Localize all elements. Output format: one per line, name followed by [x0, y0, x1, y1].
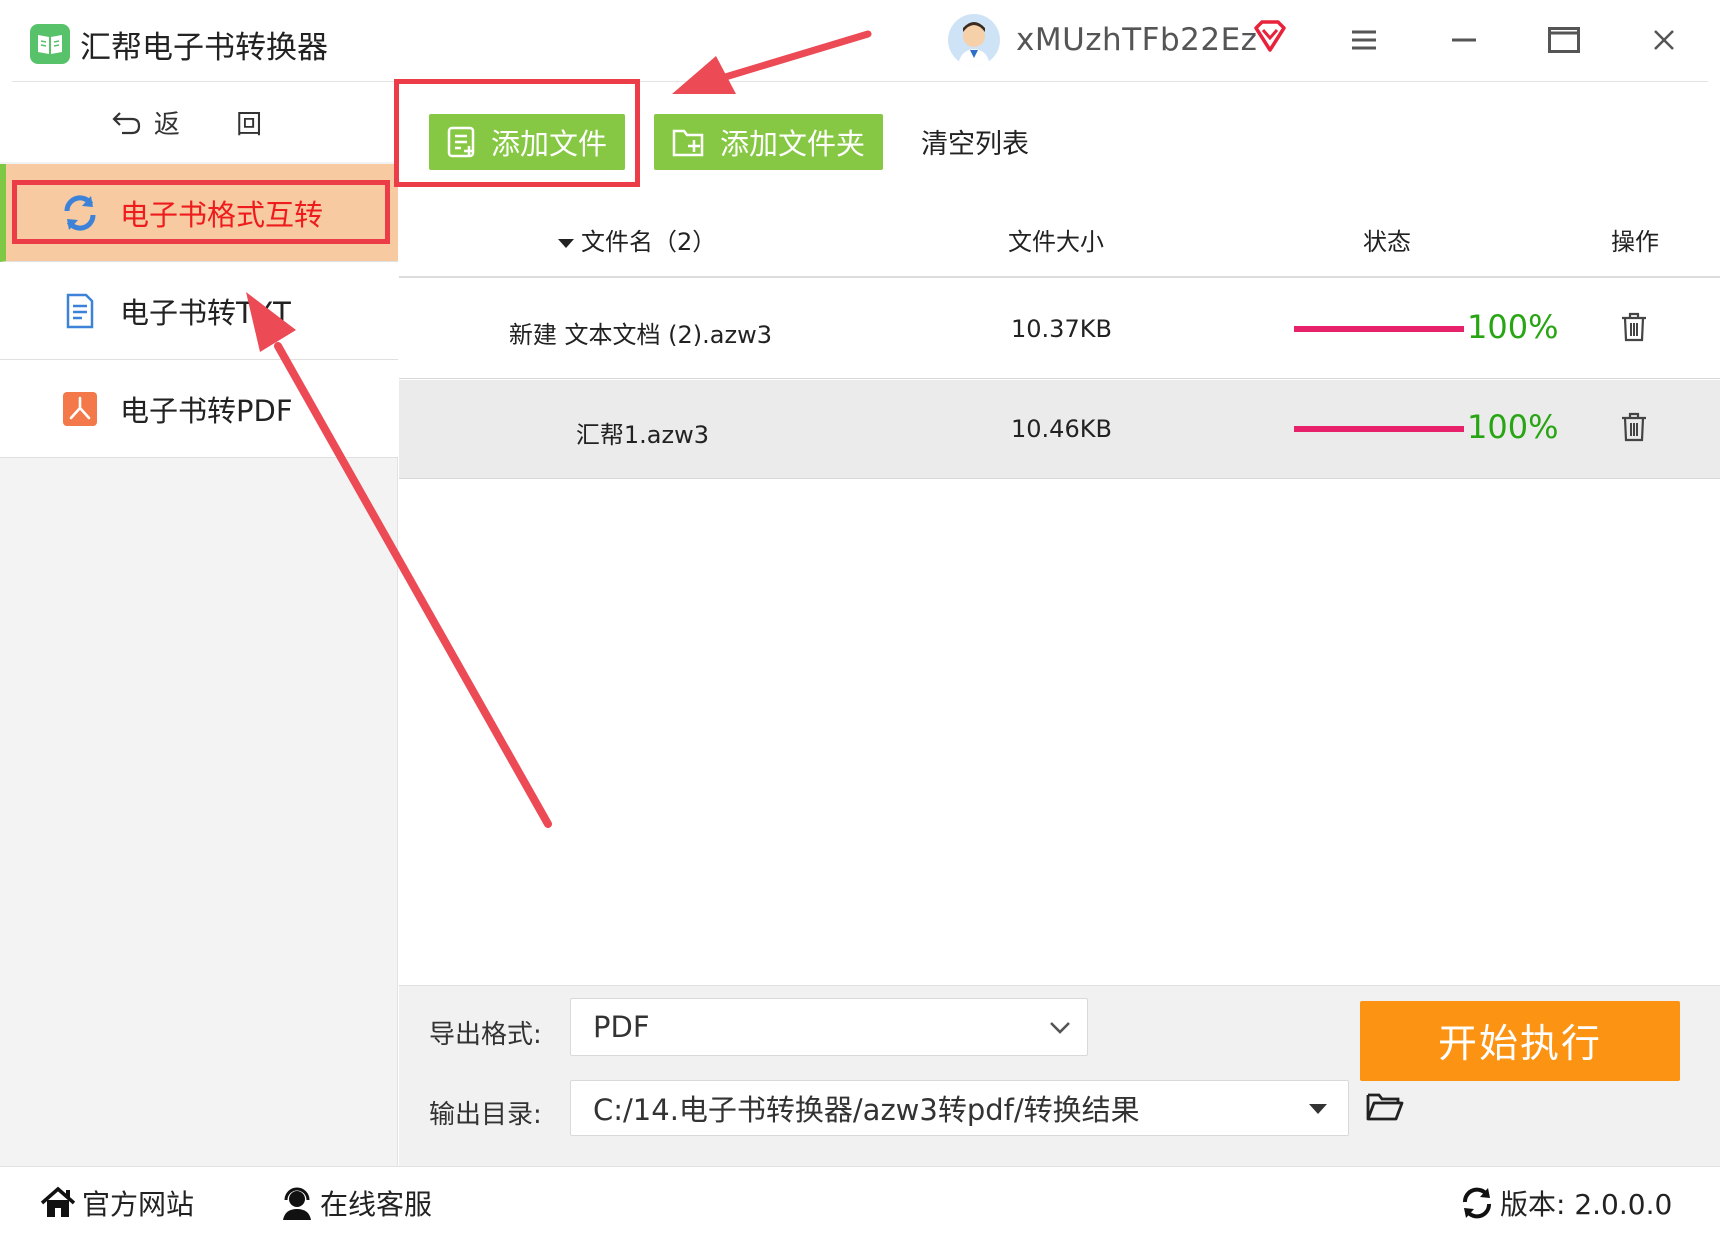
status-column-header: 状态: [1363, 228, 1411, 256]
add-folder-button[interactable]: 添加文件夹: [654, 114, 884, 170]
back-arrow-icon: [112, 112, 140, 135]
sidebar-item-format-convert[interactable]: 电子书格式互转: [0, 164, 398, 262]
start-button[interactable]: 开始执行: [1360, 1001, 1680, 1081]
export-format-value: PDF: [593, 1010, 650, 1044]
name-column-header[interactable]: 文件名（2）: [557, 222, 716, 257]
home-icon: [40, 1186, 76, 1217]
close-icon[interactable]: [1642, 18, 1686, 62]
vip-diamond-icon[interactable]: [1252, 20, 1288, 58]
headset-icon: [283, 1187, 311, 1220]
progress-bar: [1294, 326, 1464, 332]
delete-icon[interactable]: [1621, 312, 1647, 348]
version-label: 版本: 2.0.0.0: [1500, 1188, 1673, 1221]
output-dir-select[interactable]: C:/14.电子书转换器/azw3转pdf/转换结果: [570, 1080, 1349, 1136]
file-name: 新建 文本文档 (2).azw3: [508, 321, 772, 349]
file-size: 10.37KB: [1011, 315, 1112, 343]
table-row[interactable]: 汇帮1.azw3 10.46KB 100%: [399, 380, 1720, 479]
export-format-select[interactable]: PDF: [570, 998, 1088, 1056]
progress-text: 100%: [1467, 408, 1559, 446]
table-row[interactable]: 新建 文本文档 (2).azw3 10.37KB 100%: [399, 280, 1720, 379]
progress-text: 100%: [1467, 308, 1559, 346]
sidebar-item-to-txt[interactable]: 电子书转TXT: [0, 262, 398, 360]
update-icon: [1462, 1187, 1492, 1219]
sidebar-item-label: 电子书转TXT: [120, 295, 291, 330]
website-label: 官方网站: [82, 1188, 195, 1221]
pdf-icon: [58, 387, 102, 431]
refresh-icon: [58, 191, 102, 235]
sort-down-icon: [558, 239, 574, 248]
add-file-icon: [447, 126, 475, 158]
add-folder-icon: [672, 129, 704, 157]
add-folder-label: 添加文件夹: [720, 127, 866, 161]
version-info[interactable]: 版本: 2.0.0.0: [1460, 1183, 1672, 1223]
maximize-icon[interactable]: [1542, 18, 1586, 62]
output-dir-label: 输出目录:: [429, 1100, 542, 1130]
minimize-icon[interactable]: [1442, 18, 1486, 62]
chevron-down-icon: [1050, 1022, 1070, 1034]
clear-list-button[interactable]: 清空列表: [921, 122, 1029, 161]
file-size: 10.46KB: [1011, 415, 1112, 443]
app-title: 汇帮电子书转换器: [80, 30, 328, 66]
delete-icon[interactable]: [1621, 412, 1647, 448]
website-link[interactable]: 官方网站: [40, 1183, 194, 1223]
export-format-label: 导出格式:: [429, 1020, 542, 1050]
progress-bar: [1294, 426, 1464, 432]
status-bar: 官方网站 在线客服 版本: 2.0.0.0: [0, 1166, 1720, 1234]
sidebar: 返 回 电子书格式互转 电子书转TXT 电子书转PDF: [0, 82, 398, 1166]
sidebar-item-label: 电子书格式互转: [120, 197, 324, 232]
username: xMUzhTFb22Ez: [1016, 22, 1258, 58]
add-file-label: 添加文件: [491, 127, 608, 161]
sidebar-item-label: 电子书转PDF: [120, 393, 293, 428]
menu-icon[interactable]: [1342, 18, 1386, 62]
file-table-header: 文件名（2） 文件大小 状态 操作: [399, 194, 1720, 278]
document-icon: [58, 289, 102, 333]
support-link[interactable]: 在线客服: [280, 1183, 432, 1223]
action-column-header: 操作: [1611, 228, 1659, 256]
add-file-button[interactable]: 添加文件: [429, 114, 626, 170]
back-button[interactable]: 返 回: [0, 82, 398, 162]
back-label: 返 回: [153, 109, 287, 140]
main-panel: 添加文件 添加文件夹 清空列表 文件名（2） 文件大小 状态 操作 新建 文本文…: [394, 79, 1720, 1166]
size-column-header: 文件大小: [1008, 228, 1104, 256]
name-column-label: 文件名（2）: [581, 228, 717, 256]
export-settings-panel: 导出格式: PDF 输出目录: C:/14.电子书转换器/azw3转pdf/转换…: [399, 985, 1720, 1166]
file-name: 汇帮1.azw3: [575, 421, 709, 449]
open-folder-icon[interactable]: [1366, 1091, 1404, 1127]
app-logo-icon: [30, 24, 70, 64]
title-bar: 汇帮电子书转换器 xMUzhTFb22Ez: [0, 0, 1720, 82]
output-dir-value: C:/14.电子书转换器/azw3转pdf/转换结果: [593, 1093, 1140, 1127]
dropdown-triangle-icon: [1309, 1104, 1327, 1114]
user-avatar[interactable]: [948, 14, 1000, 66]
sidebar-item-to-pdf[interactable]: 电子书转PDF: [0, 360, 398, 458]
support-label: 在线客服: [320, 1188, 433, 1221]
